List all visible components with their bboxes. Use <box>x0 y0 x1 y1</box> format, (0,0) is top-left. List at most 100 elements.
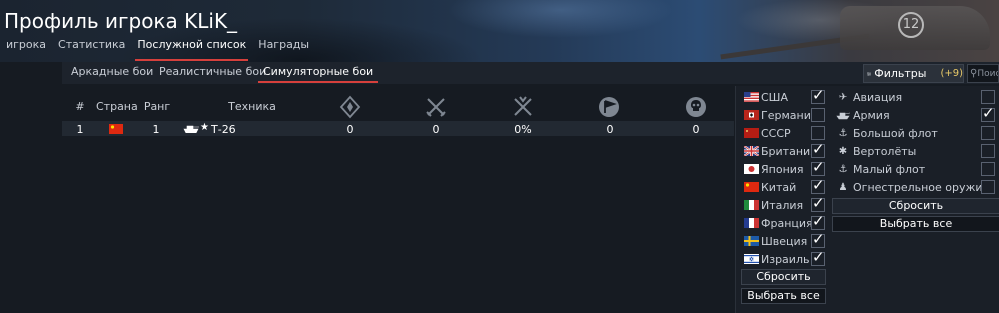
country-label: США <box>761 90 788 104</box>
search-input[interactable] <box>977 68 998 79</box>
frags-icon <box>426 98 446 117</box>
germany-flag-icon <box>744 110 759 120</box>
checkbox-italy[interactable] <box>811 194 825 212</box>
china-flag-icon <box>109 124 123 134</box>
sweden-flag-icon <box>744 236 759 246</box>
checkbox-japan[interactable] <box>811 158 825 176</box>
tab-service-record[interactable]: Послужной список <box>131 37 252 61</box>
country-label: Германия <box>761 108 818 122</box>
tab-awards[interactable]: Награды <box>252 37 315 57</box>
table-row[interactable] <box>62 121 734 136</box>
profile-tabs: игрока Статистика Послужной список Награ… <box>0 37 315 61</box>
plane-icon: ✈ <box>838 91 848 103</box>
country-label: Италия <box>761 198 804 212</box>
tab-statistics[interactable]: Статистика <box>52 37 131 57</box>
filters-count: (+9) <box>940 68 963 79</box>
usa-flag-icon <box>744 92 759 102</box>
tab-arcade-battles[interactable]: Аркадные бои <box>71 65 153 78</box>
countries-select-all-button[interactable]: Выбрать все <box>741 288 826 304</box>
type-label: Малый флот <box>853 162 926 176</box>
type-filter-big-fleet[interactable]: ⚓ Большой флот <box>836 125 938 141</box>
checkbox-germany[interactable] <box>811 108 825 122</box>
row-vehicle: Т-26 <box>211 123 236 136</box>
checkbox-china[interactable] <box>811 176 825 194</box>
countries-reset-button[interactable]: Сбросить <box>741 269 826 285</box>
filters-button[interactable]: Фильтры (+9) <box>863 64 964 83</box>
row-battles: 0 <box>346 123 354 136</box>
type-label: Армия <box>853 108 890 122</box>
country-label: Франция <box>761 216 813 230</box>
filter-panel: США Германия СССР Британия Япония Китай <box>735 86 999 313</box>
checkbox-ussr[interactable] <box>811 126 825 140</box>
banner-tank-number: 12 <box>898 12 924 38</box>
sliders-icon <box>867 71 872 76</box>
country-filter-sweden[interactable]: Швеция <box>744 233 807 249</box>
country-filter-usa[interactable]: США <box>744 89 788 105</box>
country-filter-japan[interactable]: Япония <box>744 161 804 177</box>
country-filter-israel[interactable]: Израиль <box>744 251 809 267</box>
checkbox-army[interactable] <box>981 104 995 122</box>
col-header-num: # <box>75 100 85 113</box>
country-filter-china[interactable]: Китай <box>744 179 796 195</box>
types-select-all-button[interactable]: Выбрать все <box>832 216 999 232</box>
type-filter-firearms[interactable]: ♟ Огнестрельное оружие <box>836 179 990 195</box>
row-frags: 0 <box>432 123 440 136</box>
country-label: Израиль <box>761 252 810 266</box>
france-flag-icon <box>744 218 759 228</box>
checkbox-sweden[interactable] <box>811 230 825 248</box>
search-box[interactable]: ⚲ <box>967 64 999 83</box>
checkbox-firearms[interactable] <box>981 180 995 194</box>
checkbox-aviation[interactable] <box>981 90 995 104</box>
tab-simulator-battles[interactable]: Симуляторные бои <box>257 65 379 83</box>
deaths-icon <box>686 97 706 117</box>
profile-banner: 12 Профиль игрока KLiK_ игрока Статистик… <box>0 0 999 62</box>
light-tank-icon <box>183 125 199 133</box>
type-filter-army[interactable]: Армия <box>836 107 890 123</box>
checkbox-britain[interactable] <box>811 140 825 158</box>
row-winrate: 0% <box>514 123 532 136</box>
italy-flag-icon <box>744 200 759 210</box>
mode-tabs-bar: Аркадные бои Реалистичные бои Симуляторн… <box>62 62 999 84</box>
tab-player[interactable]: игрока <box>0 37 52 57</box>
row-deaths: 0 <box>692 123 700 136</box>
col-header-rank: Ранг <box>143 100 171 113</box>
country-label: Япония <box>761 162 804 176</box>
checkbox-israel[interactable] <box>811 248 825 266</box>
col-header-vehicle: Техника <box>228 100 276 113</box>
country-filter-germany[interactable]: Германия <box>744 107 817 123</box>
winrate-icon <box>514 96 532 116</box>
china-star-icon: ★ <box>200 122 209 133</box>
country-filter-britain[interactable]: Британия <box>744 143 817 159</box>
page-title: Профиль игрока KLiK_ <box>4 9 238 33</box>
row-captures: 0 <box>606 123 614 136</box>
checkbox-small-fleet[interactable] <box>981 162 995 176</box>
china-flag-icon <box>744 182 759 192</box>
checkbox-big-fleet[interactable] <box>981 126 995 140</box>
type-label: Вертолёты <box>853 144 917 158</box>
tank-icon <box>836 112 850 120</box>
row-num: 1 <box>76 123 84 136</box>
country-label: Китай <box>761 180 797 194</box>
checkbox-usa[interactable] <box>811 86 825 104</box>
country-label: Швеция <box>761 234 808 248</box>
country-filter-italy[interactable]: Италия <box>744 197 803 213</box>
tab-realistic-battles[interactable]: Реалистичные бои <box>159 65 266 78</box>
type-filter-helicopters[interactable]: ✱ Вертолёты <box>836 143 917 159</box>
type-filter-aviation[interactable]: ✈ Авиация <box>836 89 902 105</box>
row-rank: 1 <box>152 123 160 136</box>
britain-flag-icon <box>744 146 759 156</box>
country-filter-ussr[interactable]: СССР <box>744 125 791 141</box>
types-reset-button[interactable]: Сбросить <box>832 198 999 214</box>
ussr-flag-icon <box>744 128 759 138</box>
japan-flag-icon <box>744 164 759 174</box>
country-label: Британия <box>761 144 817 158</box>
filters-label: Фильтры <box>874 67 927 80</box>
battles-icon <box>339 95 361 119</box>
country-filter-france[interactable]: Франция <box>744 215 813 231</box>
type-filter-small-fleet[interactable]: ⚓ Малый флот <box>836 161 926 177</box>
country-label: СССР <box>761 126 791 140</box>
checkbox-france[interactable] <box>811 212 825 230</box>
checkbox-helicopters[interactable] <box>981 144 995 158</box>
col-header-country: Страна <box>96 100 138 113</box>
type-label: Большой флот <box>853 126 938 140</box>
